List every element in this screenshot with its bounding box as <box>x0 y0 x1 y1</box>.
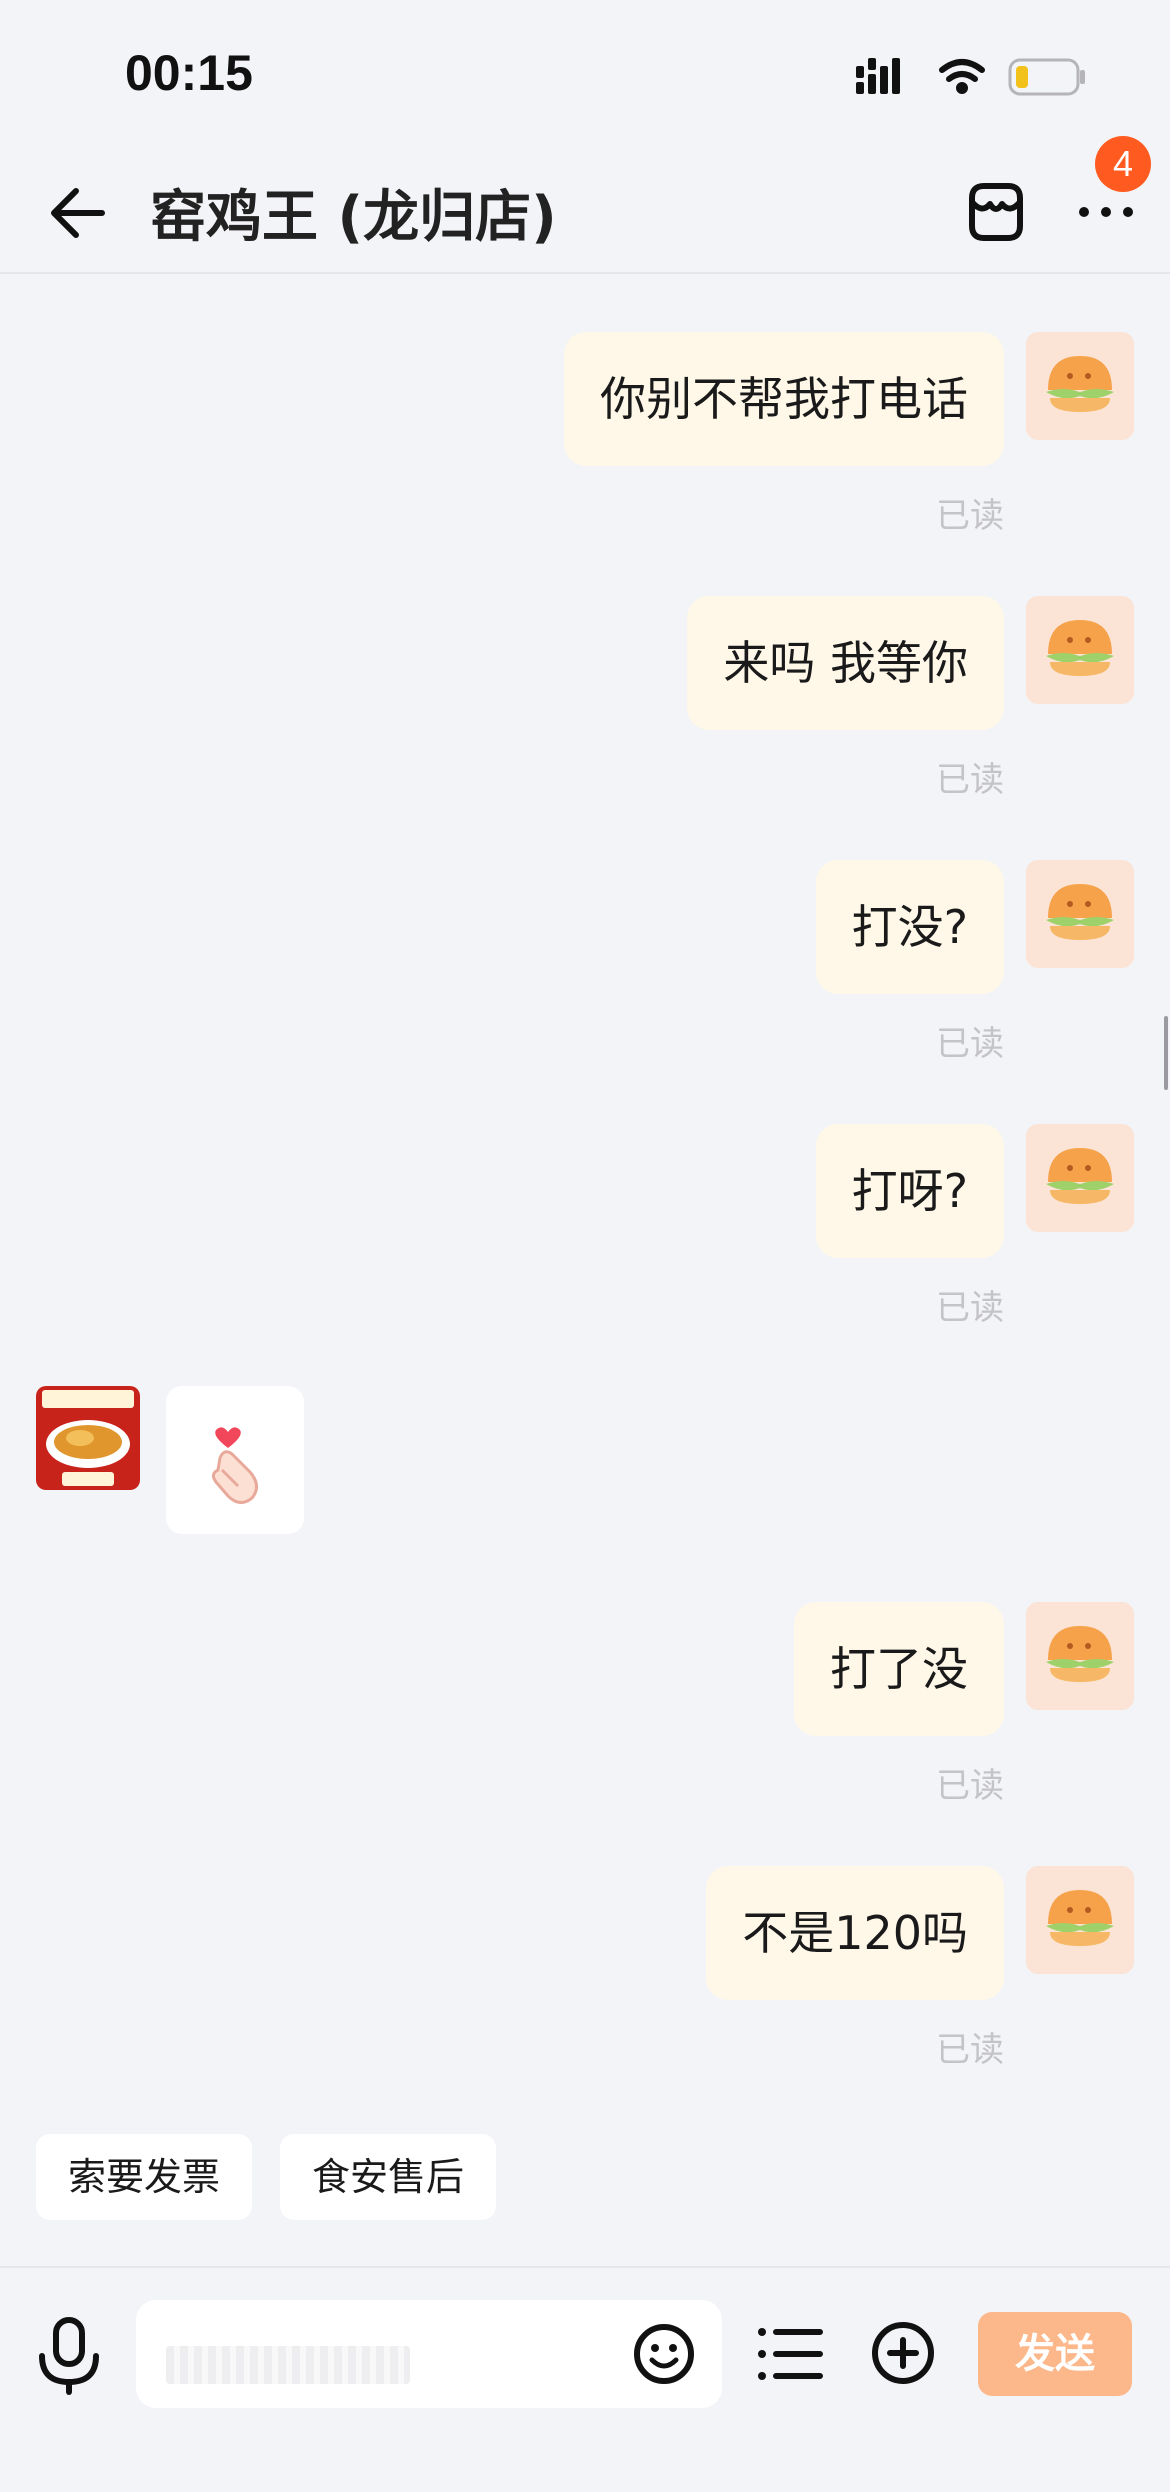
list-icon[interactable] <box>756 2322 824 2386</box>
battery-icon <box>1008 58 1085 96</box>
input-bar: 发送 <box>0 2266 1170 2492</box>
user-avatar[interactable] <box>1026 332 1134 440</box>
blurred-draft-text <box>166 2346 410 2384</box>
status-bar: 00:15 <box>0 0 1170 150</box>
status-time: 00:15 <box>125 45 253 101</box>
signal-icon <box>856 58 900 94</box>
request-invoice-button[interactable]: 索要发票 <box>36 2134 252 2220</box>
shop-title: 窑鸡王 (龙归店) <box>150 185 557 250</box>
chat-header: 窑鸡王 (龙归店) <box>0 150 1170 274</box>
message-bubble[interactable]: 打没? <box>815 860 1004 994</box>
message-bubble[interactable]: 打了没 <box>794 1602 1004 1736</box>
read-status: 已读 <box>936 1024 1004 1064</box>
emoji-icon[interactable] <box>632 2322 696 2386</box>
shop-avatar[interactable] <box>36 1386 140 1490</box>
send-button[interactable]: 发送 <box>978 2312 1132 2396</box>
user-avatar[interactable] <box>1026 1602 1134 1710</box>
user-avatar[interactable] <box>1026 860 1134 968</box>
back-arrow-icon[interactable] <box>44 178 114 248</box>
plus-icon[interactable] <box>870 2320 936 2386</box>
read-status: 已读 <box>936 1766 1004 1806</box>
message-bubble[interactable]: 不是120吗 <box>706 1866 1004 2000</box>
user-avatar[interactable] <box>1026 1866 1134 1974</box>
store-icon[interactable] <box>960 176 1032 248</box>
read-status: 已读 <box>936 1288 1004 1328</box>
sticker-message[interactable] <box>166 1386 304 1534</box>
status-icons <box>856 58 1085 96</box>
read-status: 已读 <box>936 760 1004 800</box>
food-safety-aftersale-button[interactable]: 食安售后 <box>280 2134 496 2220</box>
wifi-icon <box>939 59 985 94</box>
message-bubble[interactable]: 你别不帮我打电话 <box>564 332 1004 466</box>
scrollbar[interactable] <box>1164 1016 1168 1090</box>
user-avatar[interactable] <box>1026 596 1134 704</box>
quick-actions: 索要发票 食安售后 <box>0 2134 1170 2226</box>
chat-messages: 你别不帮我打电话 已读 来吗 我等你 已读 打没? 已读 打呀? 已读 打了没 … <box>0 276 1170 2116</box>
user-avatar[interactable] <box>1026 1124 1134 1232</box>
notification-badge: 4 <box>1095 136 1151 192</box>
mic-icon[interactable] <box>34 2316 104 2396</box>
message-bubble[interactable]: 来吗 我等你 <box>687 596 1004 730</box>
read-status: 已读 <box>936 2030 1004 2070</box>
message-bubble[interactable]: 打呀? <box>815 1124 1004 1258</box>
read-status: 已读 <box>936 496 1004 536</box>
